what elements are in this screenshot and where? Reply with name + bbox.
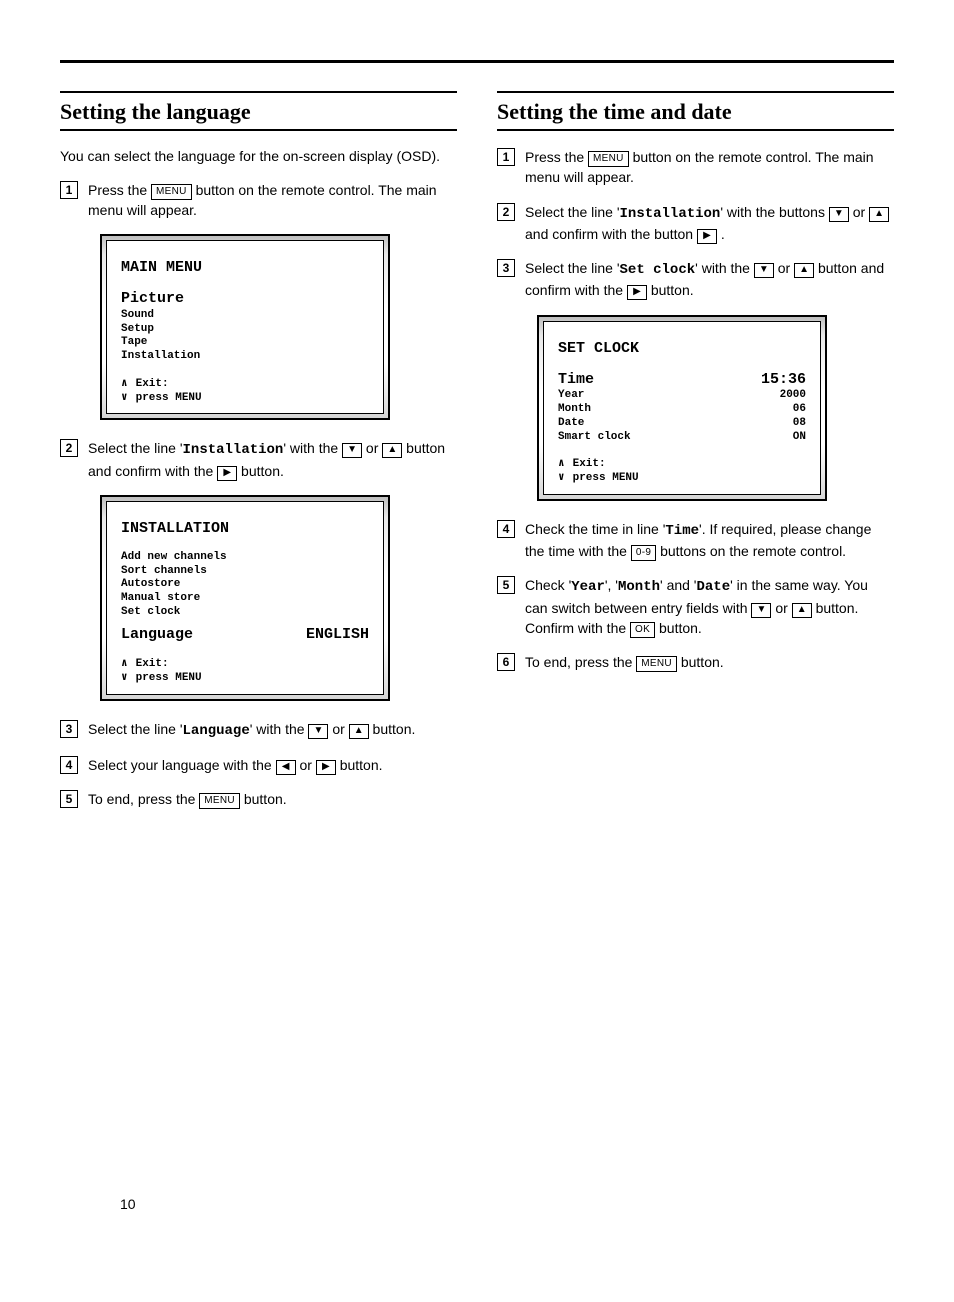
menu-key: MENU <box>636 656 677 672</box>
digit-keys: 0-9 <box>631 545 656 561</box>
step-number: 4 <box>60 756 78 774</box>
ok-key: OK <box>630 622 655 638</box>
step-number: 3 <box>497 259 515 277</box>
step-number: 5 <box>60 790 78 808</box>
step-number: 6 <box>497 653 515 671</box>
down-arrow-key <box>754 263 774 278</box>
down-arrow-key <box>751 603 771 618</box>
step-number: 1 <box>60 181 78 199</box>
step-3: 3 Select the line 'Set clock' with the o… <box>497 258 894 301</box>
step-number: 2 <box>60 439 78 457</box>
down-arrow-key <box>829 207 849 222</box>
right-arrow-key <box>217 466 237 481</box>
right-arrow-key <box>697 229 717 244</box>
osd-main-menu: MAIN MENU Picture Sound Setup Tape Insta… <box>100 234 390 420</box>
up-arrow-key <box>794 263 814 278</box>
step-number: 5 <box>497 576 515 594</box>
heading-language: Setting the language <box>60 91 457 125</box>
step-5: 5 Check 'Year', 'Month' and 'Date' in th… <box>497 575 894 638</box>
left-arrow-key <box>276 760 296 775</box>
up-arrow-key <box>869 207 889 222</box>
step-4: 4 Check the time in line 'Time'. If requ… <box>497 519 894 562</box>
right-column: Setting the time and date 1 Press the ME… <box>497 91 894 824</box>
step-number: 3 <box>60 720 78 738</box>
right-arrow-key <box>316 760 336 775</box>
down-arrow-key <box>308 724 328 739</box>
up-arrow-key <box>349 724 369 739</box>
step-3: 3 Select the line 'Language' with the or… <box>60 719 457 741</box>
step-5: 5 To end, press the MENU button. <box>60 789 457 809</box>
step-number: 4 <box>497 520 515 538</box>
step-2: 2 Select the line 'Installation' with th… <box>497 202 894 245</box>
step-number: 1 <box>497 148 515 166</box>
heading-time-date: Setting the time and date <box>497 91 894 125</box>
menu-key: MENU <box>588 151 629 167</box>
down-arrow-key <box>342 443 362 458</box>
osd-installation: INSTALLATION Add new channels Sort chann… <box>100 495 390 701</box>
up-arrow-key <box>382 443 402 458</box>
menu-key: MENU <box>199 793 240 809</box>
page-number: 10 <box>120 1196 136 1212</box>
step-1: 1 Press the MENU button on the remote co… <box>60 180 457 221</box>
step-number: 2 <box>497 203 515 221</box>
step-2: 2 Select the line 'Installation' with th… <box>60 438 457 481</box>
osd-set-clock: SET CLOCK Time15:36 Year2000 Month06 Dat… <box>537 315 827 501</box>
left-column: Setting the language You can select the … <box>60 91 457 824</box>
right-arrow-key <box>627 285 647 300</box>
up-arrow-key <box>792 603 812 618</box>
step-6: 6 To end, press the MENU button. <box>497 652 894 672</box>
step-4: 4 Select your language with the or butto… <box>60 755 457 775</box>
intro-text: You can select the language for the on-s… <box>60 147 457 166</box>
step-1: 1 Press the MENU button on the remote co… <box>497 147 894 188</box>
menu-key: MENU <box>151 184 192 200</box>
